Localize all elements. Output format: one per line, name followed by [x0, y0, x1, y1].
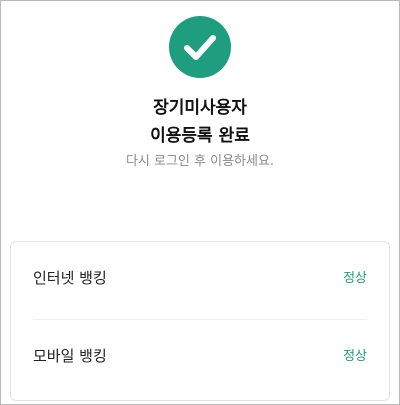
- page-title-line2: 이용등록 완료: [150, 126, 250, 146]
- service-name: 모바일 뱅킹: [33, 347, 107, 365]
- service-row-internet-banking: 인터넷 뱅킹 정상: [11, 242, 389, 318]
- service-status-card: 인터넷 뱅킹 정상 모바일 뱅킹 정상: [10, 241, 390, 401]
- service-name: 인터넷 뱅킹: [33, 269, 107, 287]
- screen: 장기미사용자 이용등록 완료 다시 로그인 후 이용하세요. 인터넷 뱅킹 정상…: [0, 0, 400, 405]
- service-row-mobile-banking: 모바일 뱅킹 정상: [11, 320, 389, 396]
- check-mark-icon: [184, 35, 216, 60]
- page-title-line1: 장기미사용자: [153, 98, 247, 118]
- check-circle-icon: [169, 16, 231, 78]
- service-status: 정상: [343, 271, 367, 286]
- page-subtitle: 다시 로그인 후 이용하세요.: [125, 154, 275, 169]
- service-status: 정상: [343, 349, 367, 364]
